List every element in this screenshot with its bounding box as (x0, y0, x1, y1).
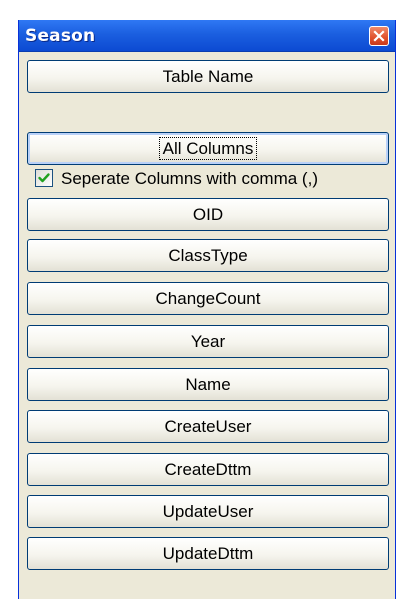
column-button-oid[interactable]: OID (27, 198, 389, 231)
separate-columns-label: Seperate Columns with comma (,) (61, 169, 318, 188)
all-columns-button[interactable]: All Columns (27, 132, 389, 165)
window-title: Season (25, 26, 96, 46)
column-button-label: Name (185, 375, 231, 394)
column-button-label: CreateDttm (164, 460, 252, 479)
all-columns-button-label: All Columns (158, 137, 258, 160)
column-button-label: OID (192, 205, 224, 224)
column-button-updatedttm[interactable]: UpdateDttm (27, 537, 389, 570)
column-button-label: Year (190, 332, 226, 351)
season-dialog: Season Table Name All Columns Seperate C… (18, 20, 396, 599)
column-button-changecount[interactable]: ChangeCount (27, 282, 389, 315)
separate-columns-checkbox[interactable] (35, 169, 53, 187)
column-button-year[interactable]: Year (27, 325, 389, 358)
table-name-button-label: Table Name (162, 67, 254, 86)
title-bar[interactable]: Season (19, 20, 395, 52)
column-button-label: UpdateDttm (162, 544, 254, 563)
column-button-label: CreateUser (164, 417, 252, 436)
column-button-label: ClassType (168, 246, 248, 265)
column-button-updateuser[interactable]: UpdateUser (27, 495, 389, 528)
column-button-name[interactable]: Name (27, 368, 389, 401)
table-name-button[interactable]: Table Name (27, 60, 389, 93)
column-button-createdttm[interactable]: CreateDttm (27, 453, 389, 486)
separate-columns-option[interactable]: Seperate Columns with comma (,) (33, 168, 393, 190)
close-button[interactable] (369, 26, 389, 46)
column-button-classtype[interactable]: ClassType (27, 239, 389, 272)
column-button-label: ChangeCount (155, 289, 261, 308)
column-button-createuser[interactable]: CreateUser (27, 410, 389, 443)
close-icon (373, 30, 385, 42)
check-mark-icon (38, 173, 50, 183)
column-button-label: UpdateUser (162, 502, 254, 521)
